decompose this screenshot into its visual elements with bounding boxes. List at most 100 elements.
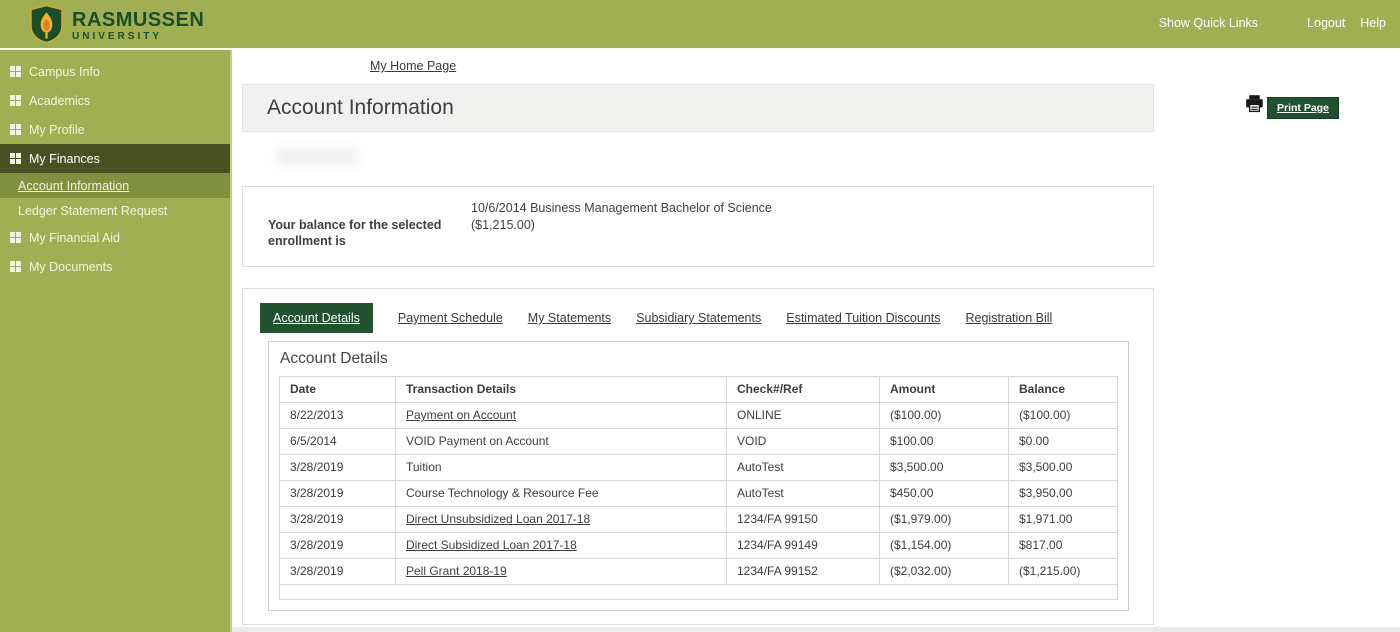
university-logo: RASMUSSEN UNIVERSITY bbox=[30, 4, 204, 49]
sidebar-nav: Campus Info Academics My Profile My Finance… bbox=[0, 50, 232, 632]
column-header-date: Date bbox=[280, 377, 396, 403]
sidebar-item-ledger-statement-request[interactable]: Ledger Statement Request bbox=[0, 198, 230, 223]
balance-panel: 10/6/2014 Business Management Bachelor o… bbox=[242, 186, 1154, 267]
balance-label: Your balance for the selected enrollment… bbox=[268, 217, 471, 250]
running-balance: $0.00 bbox=[1009, 429, 1118, 455]
grid-icon bbox=[10, 261, 21, 272]
check-ref: ONLINE bbox=[727, 403, 880, 429]
sidebar-item-label: Account Information bbox=[18, 179, 129, 193]
account-details-panel: Account Details DateTransaction DetailsC… bbox=[268, 341, 1129, 611]
transaction-date: 3/28/2019 bbox=[280, 481, 396, 507]
table-row: 6/5/2014VOID Payment on AccountVOID$100.… bbox=[280, 429, 1118, 455]
transaction-text: VOID Payment on Account bbox=[406, 434, 549, 448]
shield-flame-icon bbox=[30, 4, 63, 49]
account-tabs-panel: Account Details Payment Schedule My Statem… bbox=[242, 288, 1154, 625]
transaction-link[interactable]: Pell Grant 2018-19 bbox=[406, 564, 507, 578]
page-title: Account Information bbox=[267, 96, 454, 120]
grid-icon bbox=[10, 95, 21, 106]
logout-link[interactable]: Logout bbox=[1307, 16, 1345, 30]
column-header-check-ref: Check#/Ref bbox=[727, 377, 880, 403]
check-ref: AutoTest bbox=[727, 455, 880, 481]
running-balance: ($1,215.00) bbox=[1009, 559, 1118, 585]
tab-estimated-tuition-discounts[interactable]: Estimated Tuition Discounts bbox=[786, 311, 940, 325]
show-quick-links-button[interactable]: Show Quick Links bbox=[1159, 16, 1258, 30]
page-title-box: Account Information bbox=[242, 84, 1154, 132]
check-ref: 1234/FA 99152 bbox=[727, 559, 880, 585]
sidebar-item-label: Academics bbox=[29, 94, 90, 108]
grid-icon bbox=[10, 153, 21, 164]
print-page-button[interactable]: Print Page bbox=[1267, 97, 1339, 119]
running-balance: $3,950.00 bbox=[1009, 481, 1118, 507]
transaction-link[interactable]: Direct Unsubsidized Loan 2017-18 bbox=[406, 512, 590, 526]
transaction-amount: $100.00 bbox=[880, 429, 1009, 455]
sidebar-item-my-finances[interactable]: My Finances bbox=[0, 144, 230, 173]
tabs-row: Account Details Payment Schedule My Statem… bbox=[243, 289, 1153, 333]
running-balance: $817.00 bbox=[1009, 533, 1118, 559]
grid-icon bbox=[10, 66, 21, 77]
transaction-details: Payment on Account bbox=[396, 403, 727, 429]
sidebar-item-campus-info[interactable]: Campus Info bbox=[0, 57, 230, 86]
running-balance: $3,500.00 bbox=[1009, 455, 1118, 481]
sidebar-item-academics[interactable]: Academics bbox=[0, 86, 230, 115]
sidebar-item-account-information[interactable]: Account Information bbox=[0, 173, 230, 198]
table-row: 8/22/2013Payment on AccountONLINE($100.0… bbox=[280, 403, 1118, 429]
transaction-link[interactable]: Payment on Account bbox=[406, 408, 516, 422]
sidebar-item-my-documents[interactable]: My Documents bbox=[0, 252, 230, 281]
transaction-date: 3/28/2019 bbox=[280, 533, 396, 559]
sidebar-item-my-profile[interactable]: My Profile bbox=[0, 115, 230, 144]
check-ref: 1234/FA 99150 bbox=[727, 507, 880, 533]
table-row: 3/28/2019TuitionAutoTest$3,500.00$3,500.… bbox=[280, 455, 1118, 481]
grid-icon bbox=[10, 124, 21, 135]
footer-strip bbox=[232, 627, 1400, 632]
transaction-amount: ($2,032.00) bbox=[880, 559, 1009, 585]
transaction-text: Course Technology & Resource Fee bbox=[406, 486, 599, 500]
balance-amount: ($1,215.00) bbox=[471, 217, 535, 250]
transaction-amount: ($1,979.00) bbox=[880, 507, 1009, 533]
check-ref: AutoTest bbox=[727, 481, 880, 507]
transaction-date: 3/28/2019 bbox=[280, 559, 396, 585]
transaction-date: 3/28/2019 bbox=[280, 455, 396, 481]
table-header: DateTransaction DetailsCheck#/RefAmountB… bbox=[280, 377, 1118, 403]
transaction-link[interactable]: Direct Subsidized Loan 2017-18 bbox=[406, 538, 577, 552]
balance-label-spacer bbox=[268, 200, 471, 217]
transaction-amount: $3,500.00 bbox=[880, 455, 1009, 481]
check-ref: 1234/FA 99149 bbox=[727, 533, 880, 559]
transaction-amount: ($1,154.00) bbox=[880, 533, 1009, 559]
table-row: 3/28/2019Direct Unsubsidized Loan 2017-1… bbox=[280, 507, 1118, 533]
transaction-details: Direct Unsubsidized Loan 2017-18 bbox=[396, 507, 727, 533]
logo-text-university: UNIVERSITY bbox=[72, 31, 204, 43]
tab-account-details[interactable]: Account Details bbox=[260, 303, 373, 333]
tab-payment-schedule[interactable]: Payment Schedule bbox=[398, 311, 503, 325]
transaction-details: VOID Payment on Account bbox=[396, 429, 727, 455]
transaction-details: Direct Subsidized Loan 2017-18 bbox=[396, 533, 727, 559]
column-header-transaction-details: Transaction Details bbox=[396, 377, 727, 403]
sidebar-item-label: My Documents bbox=[29, 260, 112, 274]
column-header-balance: Balance bbox=[1009, 377, 1118, 403]
main-content: My Home Page Account Information Print P… bbox=[232, 50, 1400, 632]
grid-icon bbox=[10, 232, 21, 243]
tab-subsidiary-statements[interactable]: Subsidiary Statements bbox=[636, 311, 761, 325]
tab-my-statements[interactable]: My Statements bbox=[528, 311, 611, 325]
sidebar-item-my-financial-aid[interactable]: My Financial Aid bbox=[0, 223, 230, 252]
breadcrumb-my-home-page[interactable]: My Home Page bbox=[370, 59, 456, 73]
header-links: Show Quick Links Logout Help bbox=[1159, 0, 1386, 46]
top-header-bar: RASMUSSEN UNIVERSITY Show Quick Links Lo… bbox=[0, 0, 1400, 50]
transaction-date: 8/22/2013 bbox=[280, 403, 396, 429]
running-balance: $1,971.00 bbox=[1009, 507, 1118, 533]
sidebar-item-label: My Profile bbox=[29, 123, 85, 137]
transaction-details: Tuition bbox=[396, 455, 727, 481]
enrollment-value: 10/6/2014 Business Management Bachelor o… bbox=[471, 200, 772, 217]
table-row: 3/28/2019 Direct Subsidized Loan 2017-18 1… bbox=[280, 533, 1118, 559]
transactions-table: DateTransaction DetailsCheck#/RefAmountB… bbox=[279, 376, 1118, 600]
printer-icon[interactable] bbox=[1243, 93, 1266, 119]
sidebar-item-label: My Financial Aid bbox=[29, 231, 120, 245]
account-details-heading: Account Details bbox=[280, 350, 1118, 368]
transaction-details: Pell Grant 2018-19 bbox=[396, 559, 727, 585]
table-row: 3/28/2019 Course Technology & Resource Fe… bbox=[280, 481, 1118, 507]
help-link[interactable]: Help bbox=[1360, 16, 1386, 30]
column-header-amount: Amount bbox=[880, 377, 1009, 403]
table-footer-row bbox=[280, 585, 1118, 600]
tab-registration-bill[interactable]: Registration Bill bbox=[965, 311, 1052, 325]
transaction-amount: $450.00 bbox=[880, 481, 1009, 507]
transaction-text: Tuition bbox=[406, 460, 442, 474]
